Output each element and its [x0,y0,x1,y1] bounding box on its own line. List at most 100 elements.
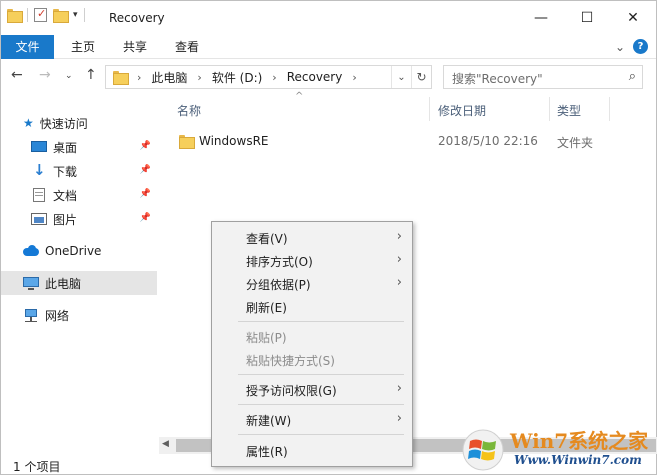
minimize-button[interactable]: — [518,1,564,35]
column-header-date[interactable]: 修改日期 [438,102,486,119]
submenu-arrow-icon: › [396,411,402,426]
menu-item-paste: 粘贴(P) [212,325,412,347]
submenu-arrow-icon: › [396,252,402,267]
table-row[interactable]: WindowsRE 2018/5/10 22:16 文件夹 [173,131,657,153]
address-dropdown-icon[interactable]: ⌄ [391,66,411,88]
sidebar-item-quick-access[interactable]: ★ 快速访问 [1,111,157,135]
breadcrumb-this-pc[interactable]: 此电脑 [151,69,187,86]
menu-item-properties[interactable]: 属性(R) [212,439,412,461]
column-divider[interactable] [549,97,550,121]
help-icon[interactable]: ? [633,39,648,54]
caption-buttons: — ☐ ✕ [518,1,656,35]
watermark-title: Win7系统之家 [510,429,649,453]
menu-item-view[interactable]: 查看(V) › [212,226,412,248]
menu-separator [238,434,404,435]
divider [27,8,28,22]
folder-icon [113,71,129,85]
breadcrumb-drive-d[interactable]: 软件 (D:) [212,69,262,86]
network-icon [23,307,39,323]
menu-item-label: 分组依据(P) [246,278,311,292]
menu-item-refresh[interactable]: 刷新(E) [212,295,412,317]
menu-item-new[interactable]: 新建(W) › [212,408,412,430]
watermark-url: Www.Winwin7.com [514,453,642,467]
sidebar-item-this-pc[interactable]: 此电脑 [1,271,157,295]
file-type: 文件夹 [557,136,594,150]
ribbon-controls: ⌄ ? [615,39,648,54]
forward-arrow-icon[interactable]: → [39,67,51,83]
desktop-icon [31,139,47,155]
tab-file[interactable]: 文件 [1,35,54,59]
search-placeholder: 搜索"Recovery" [452,72,543,86]
file-date: 2018/5/10 22:16 [438,134,538,148]
folder-icon [179,135,195,149]
new-folder-icon[interactable] [53,9,69,23]
sidebar-item-documents[interactable]: 文档 📌 [1,183,157,207]
pin-icon: 📌 [139,213,151,223]
pin-icon: 📌 [139,165,151,175]
maximize-button[interactable]: ☐ [564,1,610,35]
tab-home[interactable]: 主页 [61,35,105,59]
back-arrow-icon[interactable]: ← [11,67,23,83]
divider [83,8,85,22]
scroll-left-icon[interactable]: ◀ [162,439,169,449]
close-button[interactable]: ✕ [610,1,656,35]
breadcrumb-separator[interactable]: › [352,71,356,84]
menu-item-label: 新建(W) [246,414,292,428]
recent-locations-icon[interactable]: ⌄ [65,71,73,81]
ribbon-tabs: 文件 主页 共享 查看 ⌄ ? [1,35,656,59]
menu-item-group-by[interactable]: 分组依据(P) › [212,272,412,294]
column-header-type[interactable]: 类型 [557,102,581,119]
sidebar-item-onedrive[interactable]: OneDrive [1,239,157,263]
refresh-icon[interactable]: ↻ [411,66,431,88]
column-divider[interactable] [429,97,430,121]
address-actions: ⌄ ↻ [391,66,431,88]
menu-separator [238,404,404,405]
search-icon: ⌕ [628,69,636,84]
sidebar-item-pictures[interactable]: 图片 📌 [1,207,157,231]
sidebar-item-network[interactable]: 网络 [1,303,157,327]
watermark-logo: Win7系统之家 Www.Winwin7.com [462,423,657,476]
context-menu: 查看(V) › 排序方式(O) › 分组依据(P) › 刷新(E) 粘贴(P) … [211,221,413,467]
customize-toolbar-dropdown-icon[interactable]: ▾ [73,10,78,20]
menu-separator [238,321,404,322]
expand-ribbon-icon[interactable]: ⌄ [615,40,625,54]
sidebar-item-label: 下载 [53,164,78,179]
tab-share[interactable]: 共享 [113,35,157,59]
explorer-window: ✓ ▾ Recovery — ☐ ✕ 文件 主页 共享 查看 ⌄ ? ← → ⌄… [0,0,657,475]
menu-item-sort-by[interactable]: 排序方式(O) › [212,249,412,271]
file-name: WindowsRE [199,134,269,148]
window-title: Recovery [109,11,165,25]
up-arrow-icon[interactable]: ↑ [85,67,97,83]
sidebar-item-label: 此电脑 [45,276,82,291]
properties-checklist-icon[interactable]: ✓ [34,7,47,22]
sidebar-item-label: 图片 [53,212,78,227]
sidebar-item-label: 文档 [53,188,78,203]
menu-separator [238,374,404,375]
pin-icon: 📌 [139,141,151,151]
menu-item-label: 刷新(E) [246,301,287,315]
star-icon: ★ [23,116,34,130]
address-bar[interactable]: › 此电脑 › 软件 (D:) › Recovery › ⌄ ↻ [105,65,432,89]
menu-item-label: 排序方式(O) [246,255,313,269]
sidebar-item-label: 网络 [45,308,70,323]
sidebar-item-downloads[interactable]: ↓ 下载 📌 [1,159,157,183]
breadcrumb-recovery[interactable]: Recovery [287,70,343,84]
menu-item-give-access[interactable]: 授予访问权限(G) › [212,378,412,400]
windows-flag-icon [462,429,504,471]
picture-icon [31,211,47,227]
tab-view[interactable]: 查看 [165,35,209,59]
column-divider[interactable] [609,97,610,121]
document-icon [31,187,47,203]
breadcrumb-separator[interactable]: › [197,71,201,84]
sidebar-item-desktop[interactable]: 桌面 📌 [1,135,157,159]
sidebar-item-label: OneDrive [45,244,102,258]
folder-icon [7,9,23,23]
menu-item-paste-shortcut: 粘贴快捷方式(S) [212,348,412,370]
search-input[interactable]: 搜索"Recovery" ⌕ [443,65,643,89]
menu-item-label: 粘贴(P) [246,331,287,345]
breadcrumb-separator[interactable]: › [272,71,276,84]
title-bar: ✓ ▾ Recovery — ☐ ✕ [1,1,656,35]
submenu-arrow-icon: › [396,275,402,290]
breadcrumb-separator[interactable]: › [137,71,141,84]
column-header-name[interactable]: 名称 [177,102,201,119]
